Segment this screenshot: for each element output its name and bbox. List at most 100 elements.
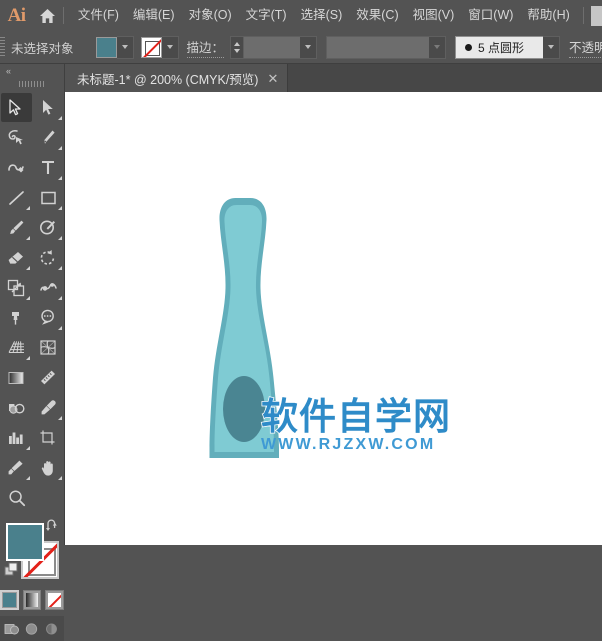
- menu-item-window[interactable]: 窗口(W): [461, 0, 520, 31]
- brush-definition-label: 5 点圆形: [478, 39, 524, 56]
- stroke-weight-group: [230, 36, 317, 59]
- app-logo: Ai: [0, 0, 33, 31]
- tool-more-indicator-icon: [58, 116, 62, 120]
- stroke-weight-input[interactable]: [243, 36, 300, 59]
- no-color-icon: [48, 593, 61, 607]
- fill-color-group: [96, 36, 134, 59]
- tool-panel: «: [0, 64, 65, 545]
- normal-screen-mode-button[interactable]: [3, 620, 21, 637]
- chevron-down-icon: [167, 45, 173, 49]
- stroke-profile-input[interactable]: [326, 36, 429, 59]
- column-graph-tool[interactable]: [1, 423, 32, 452]
- brush-definition-field[interactable]: 5 点圆形: [455, 36, 543, 59]
- tool-more-indicator-icon: [26, 206, 30, 210]
- eyedropper-tool[interactable]: [33, 393, 64, 422]
- close-icon[interactable]: ✕: [267, 72, 278, 85]
- solid-color-icon: [3, 593, 16, 607]
- gradient-tool[interactable]: [1, 363, 32, 392]
- paintbrush-tool[interactable]: [1, 213, 32, 242]
- direct-selection-tool[interactable]: [33, 93, 64, 122]
- chevron-down-icon: [434, 45, 440, 49]
- menu-item-effect[interactable]: 效果(C): [349, 0, 405, 31]
- selection-tool[interactable]: [1, 93, 32, 122]
- type-tool[interactable]: [33, 153, 64, 182]
- artboard-tool[interactable]: [33, 423, 64, 452]
- tool-more-indicator-icon: [26, 236, 30, 240]
- menu-item-object[interactable]: 对象(O): [182, 0, 239, 31]
- color-mode-button[interactable]: [0, 590, 19, 610]
- rectangle-tool[interactable]: [33, 183, 64, 212]
- tool-more-indicator-icon: [58, 236, 62, 240]
- stroke-profile-group: [326, 36, 446, 59]
- screen-mode-buttons: [0, 616, 64, 641]
- home-icon[interactable]: [33, 0, 61, 31]
- menu-item-view[interactable]: 视图(V): [406, 0, 462, 31]
- tool-more-indicator-icon: [26, 296, 30, 300]
- menu-item-file[interactable]: 文件(F): [71, 0, 126, 31]
- opacity-label[interactable]: 不透明度: [569, 37, 602, 58]
- watermark-title: 软件自学网: [261, 398, 451, 435]
- menubar-divider: [63, 7, 64, 24]
- mesh-tool[interactable]: [33, 333, 64, 362]
- stroke-weight-stepper[interactable]: [230, 36, 243, 59]
- tool-panel-grip[interactable]: [0, 77, 64, 91]
- fill-color-dropdown-button[interactable]: [117, 36, 134, 59]
- eraser-tool[interactable]: [1, 243, 32, 272]
- brush-definition-group: 5 点圆形: [455, 36, 560, 59]
- menu-item-select[interactable]: 选择(S): [294, 0, 350, 31]
- pen-tool[interactable]: [33, 123, 64, 152]
- tool-more-indicator-icon: [58, 146, 62, 150]
- fill-color-swatch[interactable]: [96, 37, 117, 58]
- blend-tool[interactable]: [1, 393, 32, 422]
- stepper-down-icon: [234, 49, 240, 53]
- stroke-color-swatch[interactable]: [141, 37, 162, 58]
- width-tool[interactable]: [33, 273, 64, 302]
- tool-more-indicator-icon: [58, 476, 62, 480]
- default-fill-stroke-icon[interactable]: [4, 562, 20, 583]
- workspace-switcher[interactable]: [591, 6, 602, 26]
- rotate-tool[interactable]: [33, 243, 64, 272]
- shaper-tool[interactable]: [33, 213, 64, 242]
- stroke-profile-dropdown-button[interactable]: [429, 36, 446, 59]
- swap-arrows-icon[interactable]: [45, 518, 60, 537]
- fullscreen-mode-button[interactable]: [43, 620, 61, 637]
- zoom-tool[interactable]: [1, 483, 32, 512]
- tool-more-indicator-icon: [58, 296, 62, 300]
- curvature-tool[interactable]: [1, 153, 32, 182]
- document-tab-title: 未标题-1* @ 200% (CMYK/预览): [77, 69, 258, 88]
- shape-builder-tool[interactable]: [33, 303, 64, 332]
- stroke-color-group: [141, 36, 179, 59]
- free-transform-tool[interactable]: [1, 303, 32, 332]
- selection-status-label: 未选择对象: [5, 38, 84, 57]
- scale-tool[interactable]: [1, 273, 32, 302]
- fill-mode-buttons: [0, 590, 64, 610]
- menu-item-edit[interactable]: 编辑(E): [126, 0, 182, 31]
- brush-definition-dropdown-button[interactable]: [543, 36, 560, 59]
- hand-tool[interactable]: [33, 453, 64, 482]
- stroke-color-dropdown-button[interactable]: [162, 36, 179, 59]
- menu-item-type[interactable]: 文字(T): [239, 0, 294, 31]
- stepper-up-icon: [234, 42, 240, 46]
- line-segment-tool[interactable]: [1, 183, 32, 212]
- slice-tool[interactable]: [1, 453, 32, 482]
- tool-more-indicator-icon: [58, 266, 62, 270]
- gradient-icon: [26, 593, 39, 607]
- perspective-grid-tool[interactable]: [1, 333, 32, 362]
- gradient-mode-button[interactable]: [23, 590, 42, 610]
- menu-item-help[interactable]: 帮助(H): [520, 0, 576, 31]
- double-chevron-left-icon[interactable]: «: [0, 64, 64, 77]
- stroke-weight-dropdown-button[interactable]: [300, 36, 317, 59]
- tool-more-indicator-icon: [58, 206, 62, 210]
- canvas-area[interactable]: 软件自学网 WWW.RJZXW.COM: [65, 92, 602, 545]
- fullscreen-menubar-mode-button[interactable]: [23, 620, 41, 637]
- control-bar: 未选择对象 描边： 5 点圆形: [0, 31, 602, 64]
- fill-swatch[interactable]: [6, 523, 44, 561]
- watermark-url: WWW.RJZXW.COM: [261, 436, 451, 454]
- fill-stroke-proxy: [4, 521, 60, 583]
- measure-tool[interactable]: [33, 363, 64, 392]
- menubar-divider-right: [583, 7, 584, 24]
- document-tab[interactable]: 未标题-1* @ 200% (CMYK/预览) ✕: [65, 64, 288, 92]
- none-mode-button[interactable]: [45, 590, 64, 610]
- magic-wand-tool[interactable]: [1, 123, 32, 152]
- document-tab-bar: 未标题-1* @ 200% (CMYK/预览) ✕: [65, 64, 602, 92]
